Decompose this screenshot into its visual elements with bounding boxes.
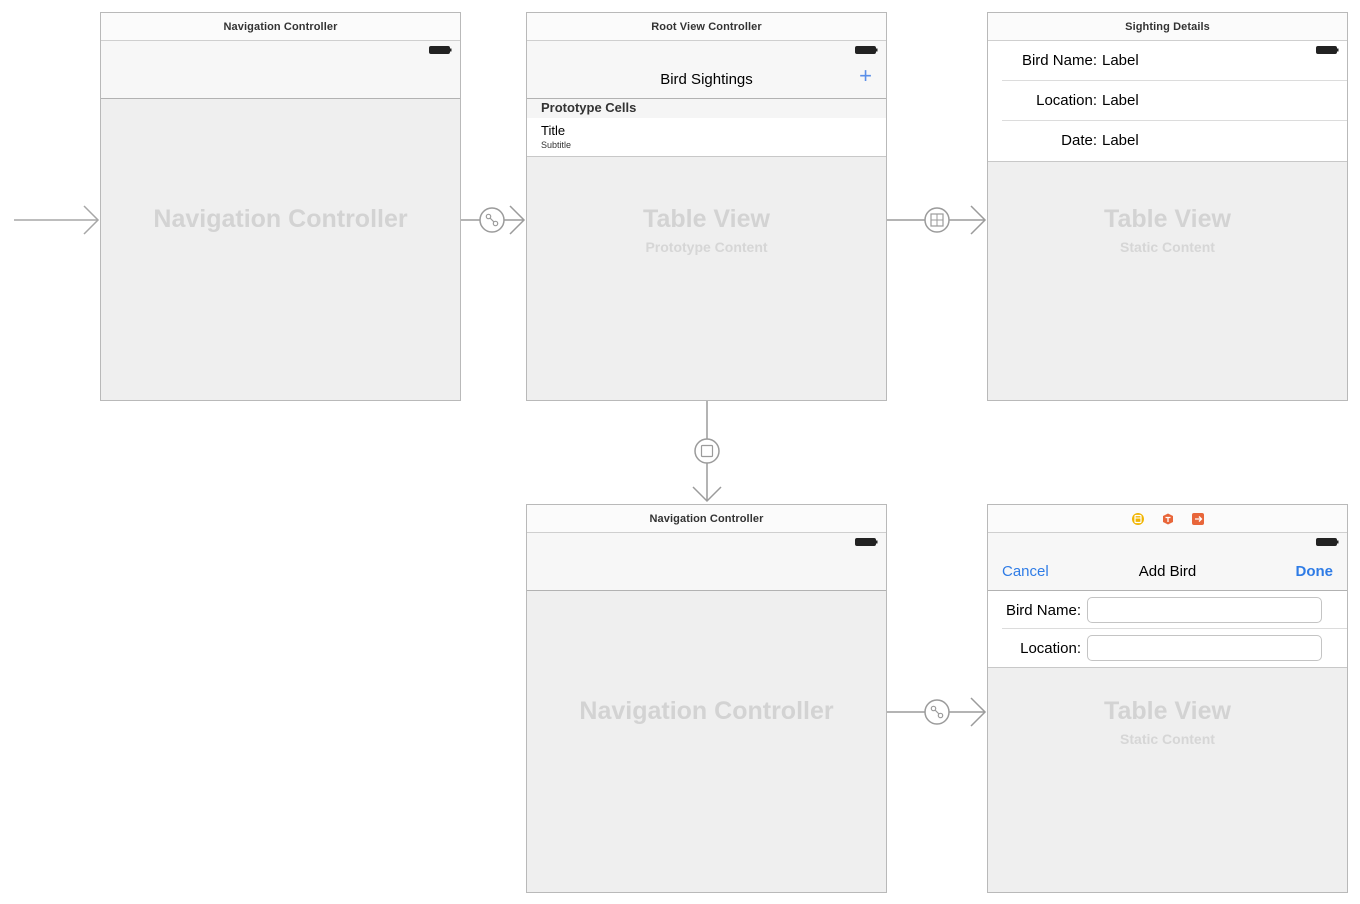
static-cells-section: Bird Name: Label Location: Label Date: L… — [988, 41, 1347, 162]
bird-name-label: Bird Name: — [1005, 602, 1081, 619]
battery-icon — [1316, 46, 1339, 54]
scene-dock[interactable]: Navigation Controller — [527, 505, 886, 533]
scene-dock[interactable] — [988, 505, 1347, 533]
view-controller-icon[interactable] — [1131, 512, 1145, 526]
form-row: Location: — [1002, 629, 1347, 667]
placeholder-label: Navigation Controller — [579, 697, 834, 725]
table-view-label: Table View — [1104, 205, 1231, 233]
detail-key: Bird Name: — [1021, 52, 1097, 69]
navigation-bar[interactable] — [101, 41, 460, 99]
location-label: Location: — [1020, 640, 1081, 657]
done-button[interactable]: Done — [1296, 563, 1334, 580]
detail-value: Label — [1102, 52, 1139, 69]
cell-title: Title — [541, 123, 566, 138]
modal-segue[interactable] — [692, 401, 722, 503]
table-view-sublabel: Static Content — [1120, 731, 1215, 747]
scene-dock[interactable]: Root View Controller — [527, 13, 886, 41]
location-field[interactable] — [1087, 635, 1322, 661]
table-view-label: Table View — [1104, 697, 1231, 725]
sighting-details-scene[interactable]: Sighting Details Bird Name: Label Locati… — [987, 12, 1348, 401]
form-section: Bird Name: Location: — [988, 591, 1347, 668]
scene-title: Root View Controller — [651, 20, 762, 33]
navigation-bar[interactable]: Cancel Add Bird Done — [988, 533, 1347, 591]
root-view-controller-scene[interactable]: Root View Controller Bird Sightings + Pr… — [526, 12, 887, 401]
battery-icon — [1316, 538, 1339, 546]
prototype-cells-header: Prototype Cells — [527, 99, 886, 118]
detail-row[interactable]: Date: Label — [1002, 121, 1347, 161]
push-segue[interactable] — [461, 205, 526, 235]
scene-dock[interactable]: Navigation Controller — [101, 13, 460, 41]
detail-key: Location: — [1036, 92, 1097, 109]
initial-arrow[interactable] — [14, 205, 100, 235]
detail-key: Date: — [1061, 132, 1097, 149]
placeholder-label: Navigation Controller — [153, 205, 408, 233]
prototype-cells-label: Prototype Cells — [541, 100, 637, 115]
prototype-cell[interactable]: Title Subtitle — [527, 118, 886, 157]
show-detail-segue[interactable] — [887, 205, 987, 235]
table-view-sublabel: Prototype Content — [645, 239, 768, 255]
detail-row[interactable]: Bird Name: Label — [1002, 41, 1347, 81]
nav-title: Add Bird — [1138, 563, 1197, 580]
navigation-bar[interactable] — [527, 533, 886, 591]
nav-title: Bird Sightings — [660, 71, 753, 88]
form-row: Bird Name: — [1002, 591, 1347, 629]
table-view-sublabel: Static Content — [1120, 239, 1215, 255]
detail-row[interactable]: Location: Label — [1002, 81, 1347, 121]
battery-icon — [855, 46, 878, 54]
battery-icon — [855, 538, 878, 546]
bird-name-field[interactable] — [1087, 597, 1322, 623]
scene-title: Sighting Details — [1125, 20, 1210, 33]
detail-value: Label — [1102, 92, 1139, 109]
navigation-controller-scene-2[interactable]: Navigation Controller Navigation Control… — [526, 504, 887, 893]
add-bird-scene[interactable]: Cancel Add Bird Done Bird Name: Location… — [987, 504, 1348, 893]
scene-title: Navigation Controller — [223, 20, 338, 33]
exit-icon[interactable] — [1191, 512, 1205, 526]
first-responder-icon[interactable] — [1161, 512, 1175, 526]
scene-dock[interactable]: Sighting Details — [988, 13, 1347, 41]
battery-icon — [429, 46, 452, 54]
detail-value: Label — [1102, 132, 1139, 149]
table-view-label: Table View — [643, 205, 770, 233]
navigation-bar[interactable]: Bird Sightings + — [527, 41, 886, 99]
cell-subtitle: Subtitle — [541, 140, 572, 150]
root-relationship-segue[interactable] — [887, 697, 987, 727]
navigation-controller-scene[interactable]: Navigation Controller Navigation Control… — [100, 12, 461, 401]
add-button[interactable]: + — [859, 65, 872, 87]
scene-title: Navigation Controller — [649, 512, 764, 525]
